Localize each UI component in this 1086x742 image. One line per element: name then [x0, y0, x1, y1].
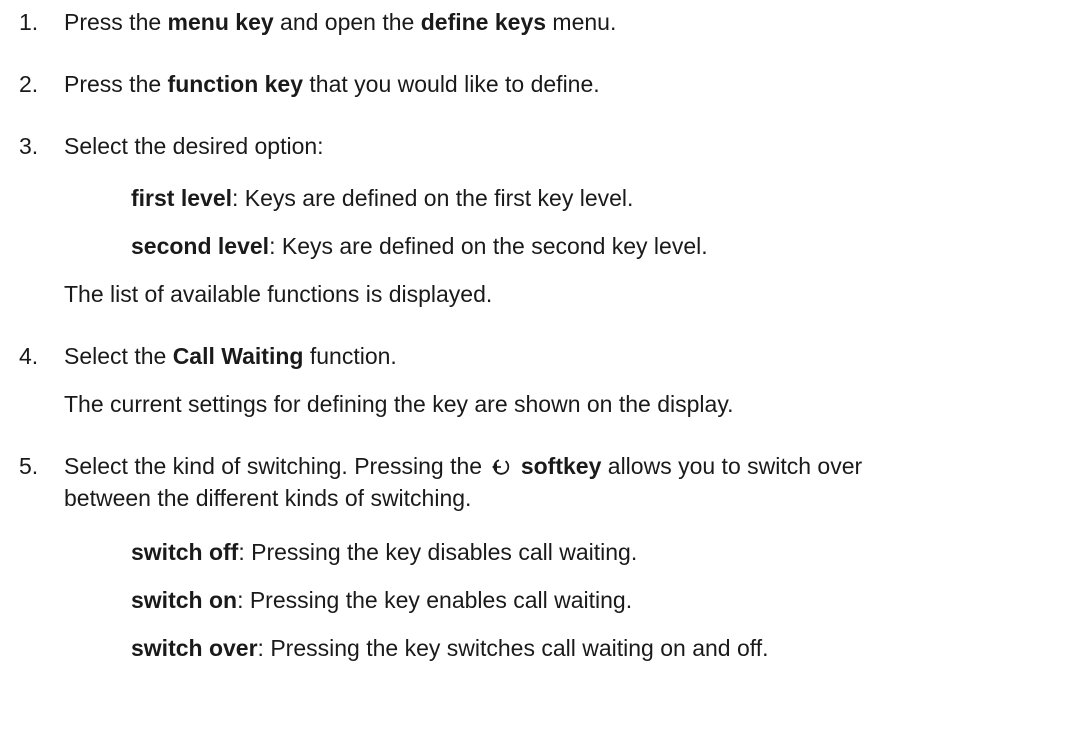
option-term: second level: [131, 233, 270, 259]
step-3-note: The list of available functions is displ…: [64, 281, 493, 307]
step-text: and open the: [273, 9, 421, 35]
step-3: 3. Select the desired option:: [0, 132, 324, 160]
option-description: : Keys are defined on the second key lev…: [269, 233, 708, 259]
option-term: switch over: [131, 635, 258, 661]
option-switch-on: switch on: Pressing the key enables call…: [131, 586, 632, 614]
step-text: Press the: [64, 9, 168, 35]
option-description: : Pressing the key switches call waiting…: [257, 635, 769, 661]
step-1: 1. Press the menu key and open the define…: [0, 8, 616, 36]
step-5: 5. Select the kind of switching. Pressing…: [0, 452, 862, 480]
option-description: : Keys are defined on the first key leve…: [232, 185, 634, 211]
option-term: first level: [131, 185, 232, 211]
step-text: function.: [303, 343, 397, 369]
step-number: 4.: [19, 343, 39, 369]
key-name: menu key: [167, 9, 274, 35]
menu-name: define keys: [420, 9, 547, 35]
step-2: 2. Press the function key that you would …: [0, 70, 600, 98]
step-number: 1.: [19, 9, 39, 35]
step-text: menu.: [546, 9, 617, 35]
step-text: Select the desired option:: [64, 133, 324, 159]
option-term: switch on: [131, 587, 238, 613]
step-4: 4. Select the Call Waiting function.: [0, 342, 397, 370]
option-first-level: first level: Keys are defined on the fir…: [131, 184, 633, 212]
option-switch-off: switch off: Pressing the key disables ca…: [131, 538, 637, 566]
step-text: allows you to switch over: [601, 453, 863, 479]
step-text: that you would like to define.: [303, 71, 600, 97]
step-text: Select the: [64, 343, 173, 369]
softkey-label: softkey: [520, 453, 602, 479]
step-text: Press the: [64, 71, 168, 97]
function-name: Call Waiting: [172, 343, 304, 369]
key-name: function key: [167, 71, 304, 97]
toggle-arrow-icon: [490, 455, 512, 475]
step-4-note: The current settings for defining the ke…: [64, 391, 734, 417]
step-number: 2.: [19, 71, 39, 97]
option-description: : Pressing the key disables call waiting…: [238, 539, 638, 565]
step-number: 5.: [19, 453, 39, 479]
option-second-level: second level: Keys are defined on the se…: [131, 232, 708, 260]
step-text: Select the kind of switching. Pressing t…: [64, 453, 489, 479]
option-description: : Pressing the key enables call waiting.: [237, 587, 633, 613]
option-term: switch off: [131, 539, 239, 565]
step-5-continuation: between the different kinds of switching…: [64, 485, 472, 511]
option-switch-over: switch over: Pressing the key switches c…: [131, 634, 769, 662]
step-number: 3.: [19, 133, 39, 159]
